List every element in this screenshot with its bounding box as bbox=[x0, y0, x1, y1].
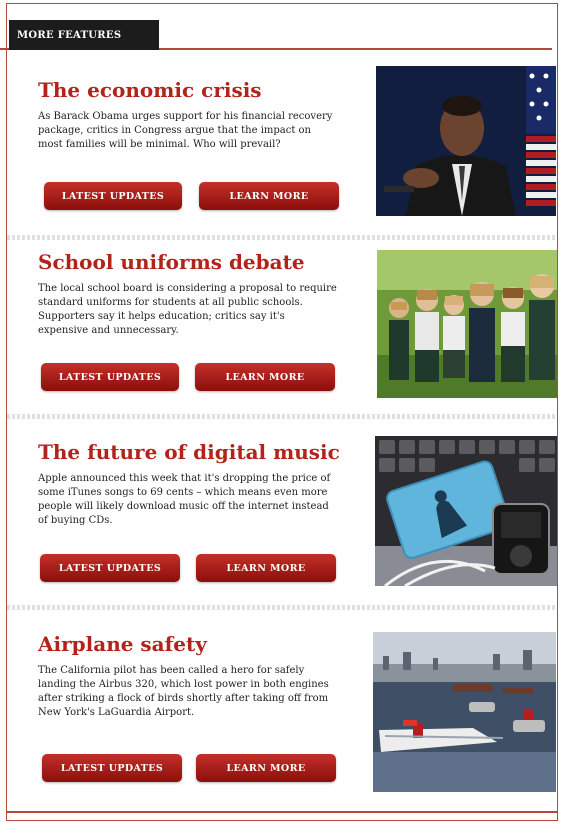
feature-text: As Barack Obama urges support for his fi… bbox=[38, 111, 333, 150]
airplane-photo bbox=[373, 632, 556, 792]
feature-title[interactable]: School uniforms debate bbox=[38, 250, 305, 274]
digital-music-photo bbox=[375, 436, 557, 586]
learn-more-button[interactable]: LEARN MORE bbox=[196, 754, 336, 782]
latest-updates-button[interactable]: LATEST UPDATES bbox=[42, 754, 182, 782]
learn-more-button[interactable]: LEARN MORE bbox=[199, 182, 339, 210]
section-divider bbox=[7, 605, 557, 610]
more-features-tab: MORE FEATURES bbox=[9, 20, 159, 50]
feature-text: Apple announced this week that it's drop… bbox=[38, 473, 331, 526]
learn-more-button[interactable]: LEARN MORE bbox=[195, 363, 335, 391]
feature-text: The local school board is considering a … bbox=[38, 283, 337, 336]
feature-title[interactable]: The economic crisis bbox=[38, 78, 262, 102]
feature-title[interactable]: Airplane safety bbox=[38, 632, 207, 656]
feature-airplane-safety: Airplane safety The California pilot has… bbox=[6, 632, 558, 792]
feature-economic-crisis: The economic crisis As Barack Obama urge… bbox=[6, 66, 558, 228]
more-features-label: MORE FEATURES bbox=[17, 29, 122, 41]
latest-updates-button[interactable]: LATEST UPDATES bbox=[40, 554, 180, 582]
school-uniforms-photo bbox=[377, 250, 557, 398]
latest-updates-button[interactable]: LATEST UPDATES bbox=[44, 182, 182, 210]
feature-title[interactable]: The future of digital music bbox=[38, 440, 340, 464]
latest-updates-button[interactable]: LATEST UPDATES bbox=[41, 363, 179, 391]
section-divider bbox=[7, 414, 557, 419]
obama-photo bbox=[376, 66, 556, 216]
feature-text: The California pilot has been called a h… bbox=[38, 665, 329, 718]
section-divider bbox=[7, 235, 557, 240]
learn-more-button[interactable]: LEARN MORE bbox=[196, 554, 336, 582]
feature-school-uniforms: School uniforms debate The local school … bbox=[6, 250, 558, 400]
feature-digital-music: The future of digital music Apple announ… bbox=[6, 436, 558, 590]
bottom-rule bbox=[7, 811, 557, 813]
